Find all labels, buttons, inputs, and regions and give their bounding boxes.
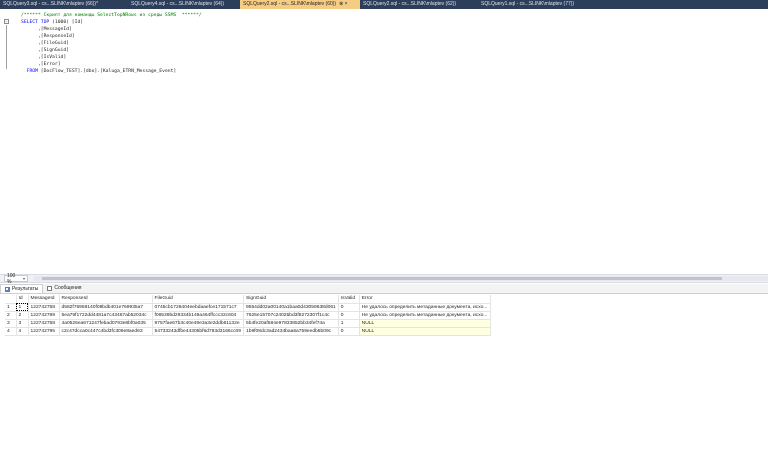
null-cell[interactable]: NULL [359,327,491,336]
table-cell[interactable]: d582f76959140f08bdb401e769935a7 [59,303,153,312]
tab-results-label: Результаты [12,285,39,292]
table-cell[interactable]: 122742789 [28,311,60,320]
tab-sqlquery4[interactable]: SQLQuery4.sql - cs...SLINK\mlaptev (64)) [128,0,240,9]
tab-label: SQLQuery2.sql - cs...SLINK\mlaptev (60)) [243,1,337,7]
row-number[interactable]: 4 [5,327,17,336]
tab-sqlquery2-active[interactable]: SQLQuery2.sql - cs...SLINK\mlaptev (60))… [240,0,360,9]
document-tab-strip: SQLQuery3.sql - cs...SLINK\mlaptev (66))… [0,0,768,9]
table-cell[interactable]: 0 [338,303,360,312]
table-cell[interactable]: 0 [338,311,360,320]
row-number[interactable]: 1 [5,303,17,312]
tab-messages-label: Сообщения [54,285,82,291]
table-cell[interactable]: 2 [16,311,29,320]
sql-keyword: TOP [40,20,50,25]
header-row: Id MessageId ResponseId FileGuid SignGui… [5,295,491,304]
results-tab-strip: Результаты Сообщения [0,284,768,294]
sql-column: ,[IsValid] [37,55,67,60]
zoom-value: 100 % [7,272,16,285]
message-icon [47,286,53,291]
tab-messages[interactable]: Сообщения [43,284,85,293]
horizontal-scrollbar[interactable] [34,276,768,281]
tab-sqlquery3[interactable]: SQLQuery3.sql - cs...SLINK\mlaptev (66))… [0,0,128,9]
results-table: Id MessageId ResponseId FileGuid SignGui… [5,295,491,336]
table-cell[interactable]: 1b9f08dc3ad2434baa6a759eedb5b09c [243,327,339,336]
sql-column: ,[MessageId] [37,27,72,32]
zoom-bar: 100 % ▾ [0,272,768,285]
table-cell[interactable]: 122742795 [28,327,60,336]
code-line: SELECT TOP (1000) [Id] [21,19,202,26]
editor-gutter [0,9,16,274]
table-cell[interactable]: c2c47dcca0c447c4bd3fc309e8aed63 [59,327,153,336]
table-cell[interactable]: 0 [338,327,360,336]
column-header[interactable]: ResponseId [59,295,153,304]
tab-label: SQLQuery1.sql - cs...SLINK\mlaptev (77)) [481,1,575,7]
code-line: ,[Error] [21,61,202,68]
column-header[interactable]: MessageId [28,295,60,304]
table-cell[interactable]: Не удалось определить метаданные докумен… [359,303,491,312]
column-header[interactable]: Error [359,295,491,304]
column-header[interactable]: FileGuid [152,295,244,304]
tab-results[interactable]: Результаты [0,284,44,293]
table-cell[interactable]: 0745cb1728404eebdaaefce171571c7 [152,303,244,312]
sql-column: ,[SignGuid] [37,48,69,53]
table-cell[interactable]: 122742758 [28,319,60,328]
table-cell[interactable]: 54733243dfbe44305bf6d783d3166cc09 [152,327,244,336]
code-line: FROM [DocFlow_TEST].[dbo].[Kaluga_ETRN_M… [21,68,202,75]
sql-text: (1000) [Id] [49,20,84,25]
table-row[interactable]: 2 2 122742789 5ea79f1722dd4481a7c43467ab… [5,311,491,320]
sql-comment: /****** Скрипт для команды SelectTopNRow… [21,13,202,18]
sql-column: ,[Error] [37,62,61,67]
sql-code[interactable]: /****** Скрипт для команды SelectTopNRow… [21,12,202,75]
sql-keyword: FROM [26,69,38,74]
query-editor[interactable]: − /****** Скрипт для команды SelectTopNR… [0,9,768,274]
sql-text: [DocFlow_TEST].[dbo].[Kaluga_ETRN_Messag… [37,69,177,74]
tab-sqlquery1[interactable]: SQLQuery1.sql - cs...SLINK\mlaptev (77)) [478,0,598,9]
table-cell[interactable]: 9757fae67b3c40e49e3a3e2ddb61132e [152,319,244,328]
table-row[interactable]: 4 4 122742795 c2c47dcca0c447c4bd3fc309e8… [5,327,491,336]
table-cell[interactable]: 4a0526ea671247febad0793e8bf0a035 [59,319,153,328]
code-line: ,[SignGuid] [21,47,202,54]
row-number-header[interactable] [5,295,17,304]
sql-column: ,[FileGuid] [37,41,69,46]
grid-icon [5,286,10,292]
tab-sqlquery2-b[interactable]: SQLQuery2.sql - cs...SLINK\mlaptev (62)) [360,0,478,9]
code-line: ,[FileGuid] [21,40,202,47]
null-cell[interactable]: NULL [359,319,491,328]
column-header[interactable]: SignGuid [243,295,339,304]
results-grid[interactable]: Id MessageId ResponseId FileGuid SignGui… [0,294,768,450]
sql-keyword: SELECT [21,20,38,25]
table-cell[interactable]: 9554dd02a00140a1baa0d43059638d061 [243,303,339,312]
zoom-select[interactable]: 100 % ▾ [4,272,29,285]
table-cell[interactable]: 3 [16,319,29,328]
chevron-down-icon: ▾ [23,275,26,281]
collapse-icon[interactable]: − [4,19,9,24]
table-cell[interactable]: 1 [16,303,29,312]
table-row[interactable]: 1 1 122742758 d582f76959140f08bdb401e769… [5,303,491,312]
row-number[interactable]: 2 [5,311,17,320]
code-line: ,[IsValid] [21,54,202,61]
fold-guide [6,25,7,69]
code-line: ,[MessageId] [21,26,202,33]
row-number[interactable]: 3 [5,319,17,328]
tab-label: SQLQuery2.sql - cs...SLINK\mlaptev (62)) [363,1,457,7]
table-cell[interactable]: 5b4fe20af584e97833852bb34fef74a [243,319,339,328]
table-cell[interactable]: 7625e15707c24025bd3f8272307f1c4c [243,311,339,320]
scrollbar-thumb[interactable] [42,277,723,280]
table-row[interactable]: 3 3 122742758 4a0526ea671247febad0793e8b… [5,319,491,328]
table-cell[interactable]: f06539bd29334b149a464ffccc32c604 [152,311,244,320]
column-header[interactable]: IsValid [338,295,360,304]
tab-label: SQLQuery3.sql - cs...SLINK\mlaptev (66))… [3,1,99,7]
code-line: /****** Скрипт для команды SelectTopNRow… [21,12,202,19]
table-cell[interactable]: 122742758 [28,303,60,312]
column-header[interactable]: Id [16,295,29,304]
table-cell[interactable]: Не удалось определить метаданные докумен… [359,311,491,320]
close-icon[interactable]: ⊗ × [339,1,348,7]
table-cell[interactable]: 5ea79f1722dd4481a7c43467ab52034c [59,311,153,320]
sql-column: ,[ResponseId] [37,34,75,39]
tab-label: SQLQuery4.sql - cs...SLINK\mlaptev (64)) [131,1,225,7]
code-line: ,[ResponseId] [21,33,202,40]
table-cell[interactable]: 1 [338,319,360,328]
table-cell[interactable]: 4 [16,327,29,336]
